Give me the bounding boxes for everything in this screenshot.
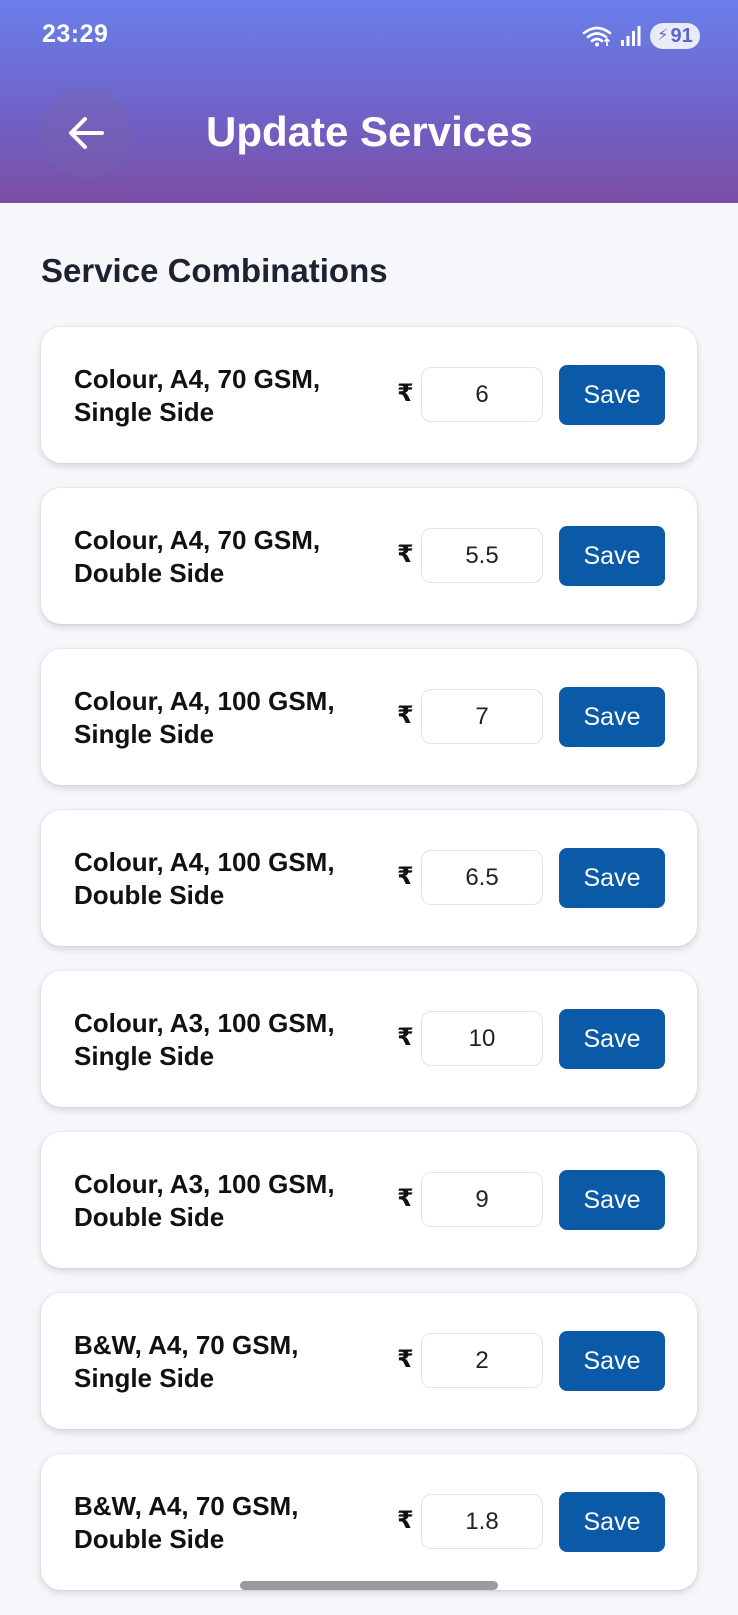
currency-symbol: ₹ xyxy=(397,380,414,407)
service-card: B&W, A4, 70 GSM, Single Side ₹ Save xyxy=(41,1293,697,1429)
service-card: Colour, A4, 100 GSM, Single Side ₹ Save xyxy=(41,649,697,785)
currency-symbol: ₹ xyxy=(397,863,414,890)
currency-symbol: ₹ xyxy=(397,1024,414,1051)
price-input[interactable] xyxy=(421,1333,543,1388)
battery-level: 91 xyxy=(670,24,693,47)
service-label: Colour, A4, 100 GSM, Double Side xyxy=(74,847,335,910)
status-time: 23:29 xyxy=(42,20,109,48)
currency-symbol: ₹ xyxy=(397,702,414,729)
save-button[interactable]: Save xyxy=(559,1331,665,1391)
price-input[interactable] xyxy=(421,1494,543,1549)
save-button[interactable]: Save xyxy=(559,687,665,747)
price-input[interactable] xyxy=(421,528,543,583)
currency-symbol: ₹ xyxy=(397,1507,414,1534)
service-card: B&W, A4, 70 GSM, Double Side ₹ Save xyxy=(41,1454,697,1590)
service-label: Colour, A4, 100 GSM, Single Side xyxy=(74,686,335,749)
wifi-icon xyxy=(582,26,612,47)
currency-symbol: ₹ xyxy=(397,1346,414,1373)
service-label: B&W, A4, 70 GSM, Single Side xyxy=(74,1330,299,1393)
status-icons: ⚡ 91 xyxy=(582,22,700,50)
save-button[interactable]: Save xyxy=(559,1492,665,1552)
currency-symbol: ₹ xyxy=(397,1185,414,1212)
battery-charging-icon: ⚡ xyxy=(657,27,669,44)
page-title: Update Services xyxy=(206,108,533,155)
signal-icon xyxy=(621,26,641,46)
service-card: Colour, A3, 100 GSM, Double Side ₹ Save xyxy=(41,1132,697,1268)
arrow-left-icon xyxy=(69,117,104,149)
save-button[interactable]: Save xyxy=(559,848,665,908)
service-card: Colour, A3, 100 GSM, Single Side ₹ Save xyxy=(41,971,697,1107)
app-header: 23:29 ⚡ 91 Update Services xyxy=(0,0,738,203)
currency-symbol: ₹ xyxy=(397,541,414,568)
service-label: Colour, A4, 70 GSM, Single Side xyxy=(74,364,321,427)
price-input[interactable] xyxy=(421,1011,543,1066)
service-card: Colour, A4, 100 GSM, Double Side ₹ Save xyxy=(41,810,697,946)
service-card: Colour, A4, 70 GSM, Single Side ₹ Save xyxy=(41,327,697,463)
gesture-nav-handle[interactable] xyxy=(240,1581,498,1590)
service-card: Colour, A4, 70 GSM, Double Side ₹ Save xyxy=(41,488,697,624)
price-input[interactable] xyxy=(421,850,543,905)
price-input[interactable] xyxy=(421,367,543,422)
save-button[interactable]: Save xyxy=(559,1170,665,1230)
battery-indicator: ⚡ 91 xyxy=(650,23,700,49)
save-button[interactable]: Save xyxy=(559,365,665,425)
back-button[interactable] xyxy=(41,88,131,178)
service-label: Colour, A3, 100 GSM, Double Side xyxy=(74,1169,335,1232)
service-label: B&W, A4, 70 GSM, Double Side xyxy=(74,1491,299,1554)
price-input[interactable] xyxy=(421,689,543,744)
service-label: Colour, A3, 100 GSM, Single Side xyxy=(74,1008,335,1071)
service-list: Colour, A4, 70 GSM, Single Side ₹ Save C… xyxy=(41,327,697,1615)
save-button[interactable]: Save xyxy=(559,1009,665,1069)
price-input[interactable] xyxy=(421,1172,543,1227)
section-title: Service Combinations xyxy=(41,252,388,289)
service-label: Colour, A4, 70 GSM, Double Side xyxy=(74,525,321,588)
save-button[interactable]: Save xyxy=(559,526,665,586)
